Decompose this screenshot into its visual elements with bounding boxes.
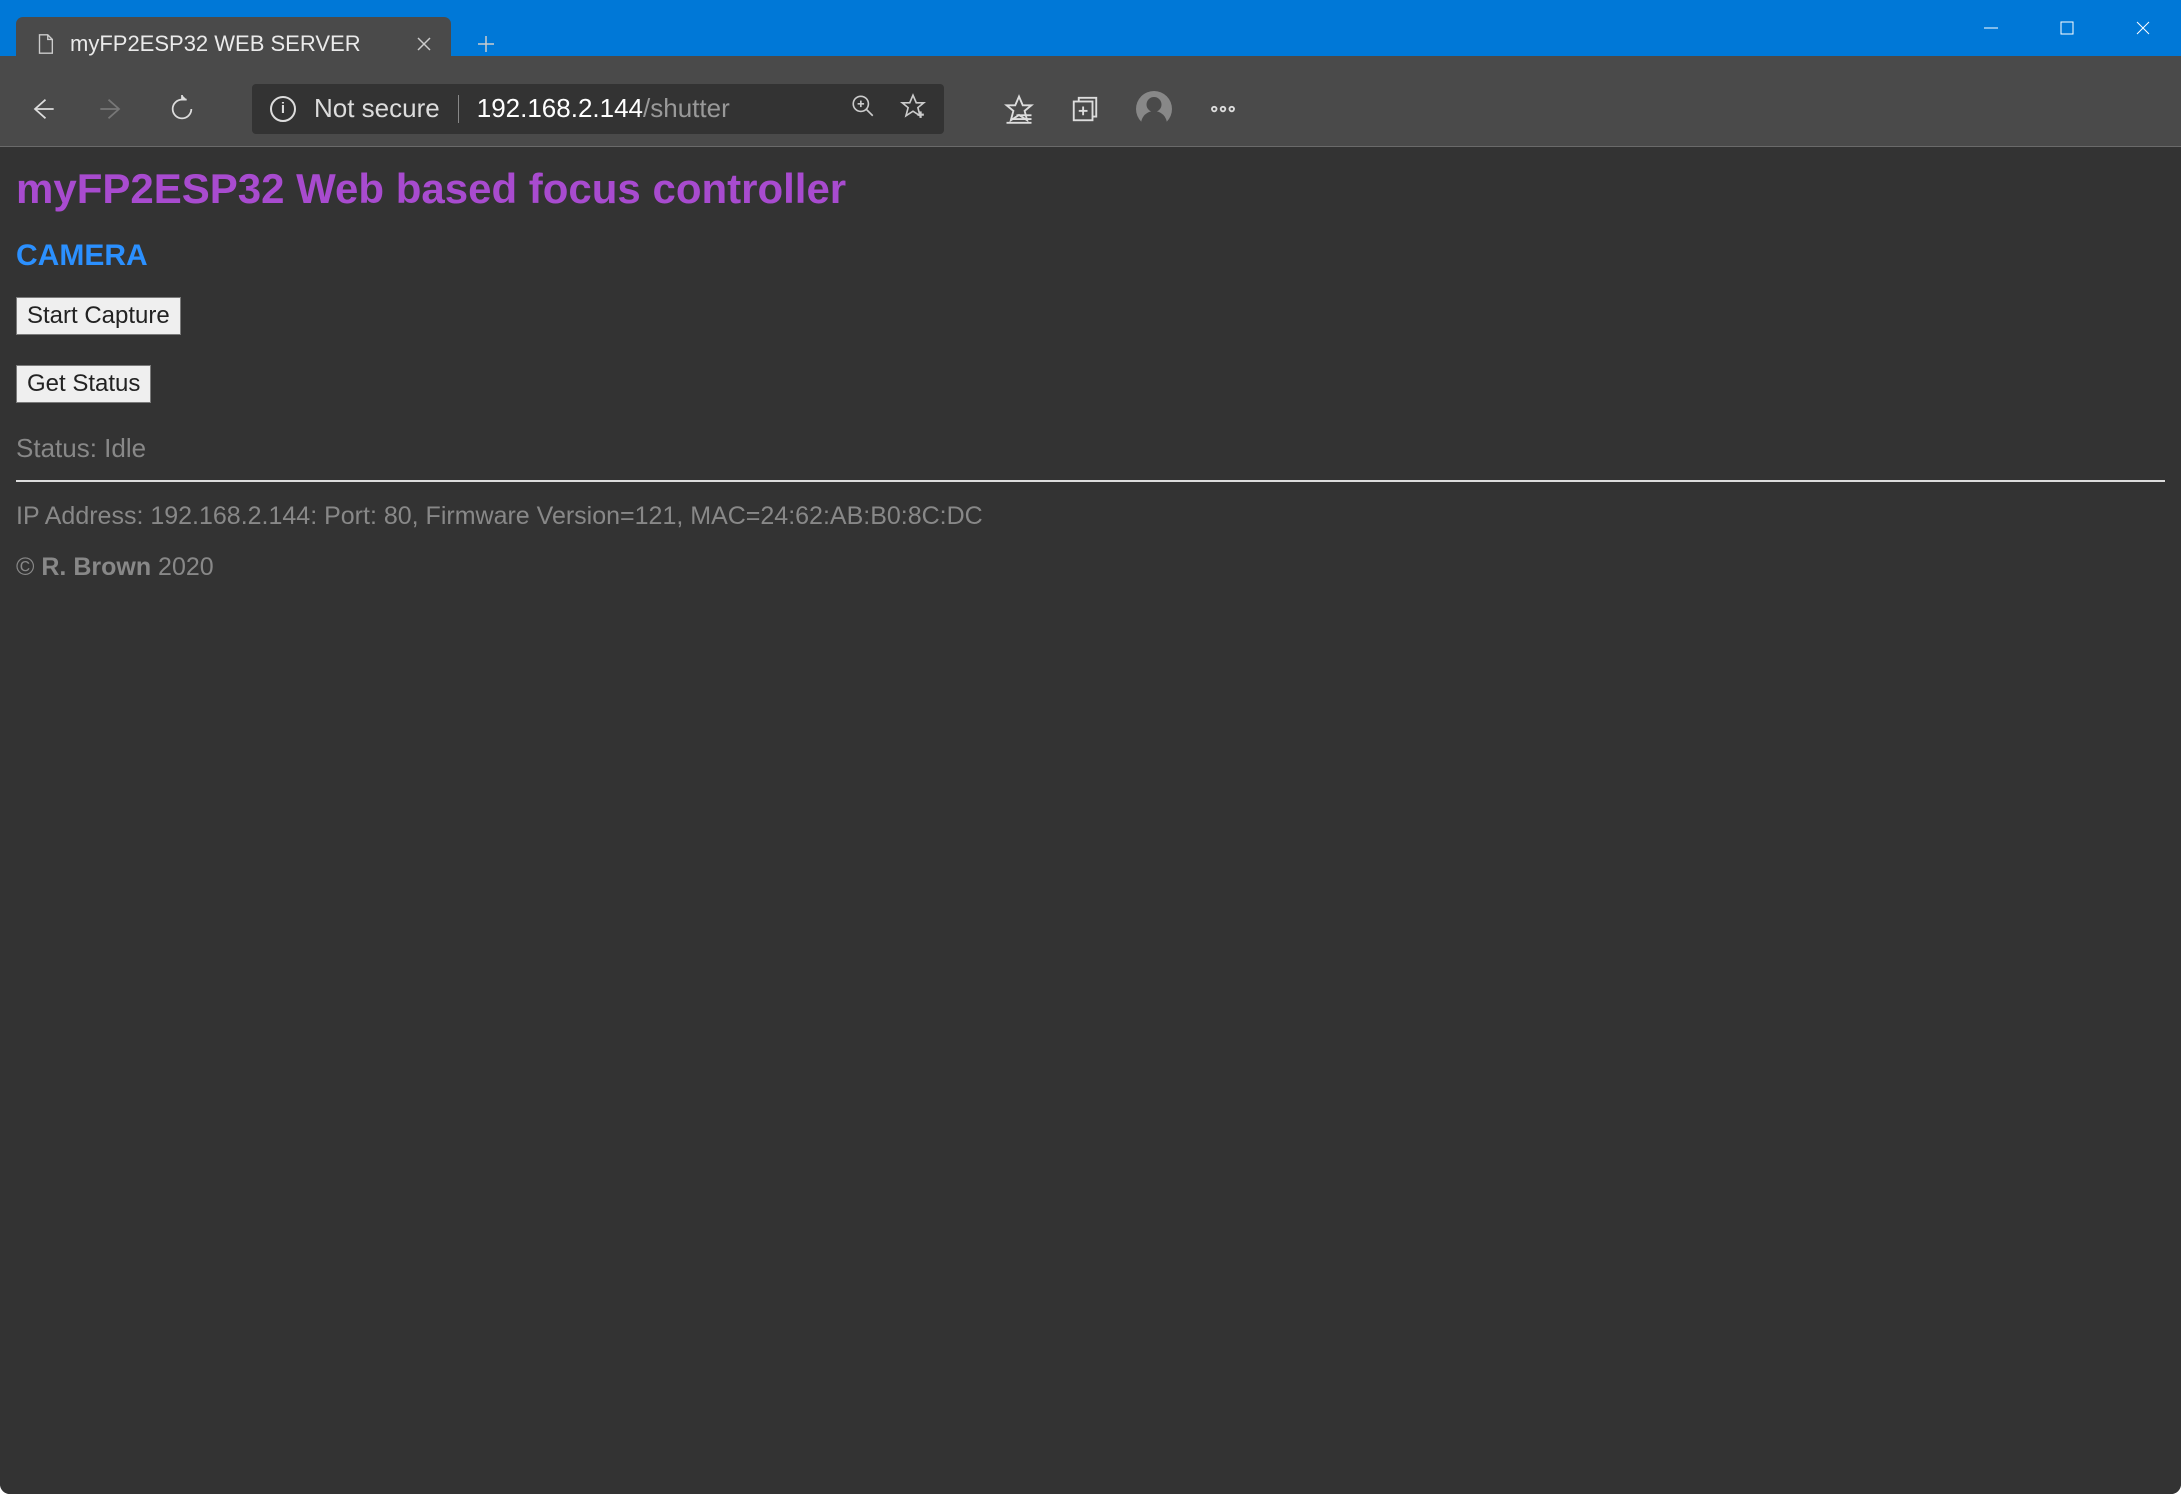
addressbar-actions xyxy=(850,93,926,124)
copyright-author: R. Brown xyxy=(41,553,151,581)
footer-info: IP Address: 192.168.2.144: Port: 80, Fir… xyxy=(16,502,2165,531)
browser-tab[interactable]: myFP2ESP32 WEB SERVER xyxy=(16,17,451,71)
url-path: /shutter xyxy=(643,93,730,123)
security-label: Not secure xyxy=(314,93,440,124)
get-status-button[interactable]: Get Status xyxy=(16,365,151,403)
back-button[interactable] xyxy=(22,89,62,129)
profile-avatar[interactable] xyxy=(1136,91,1172,127)
maximize-button[interactable] xyxy=(2029,0,2105,56)
section-title: CAMERA xyxy=(16,239,2165,273)
zoom-icon[interactable] xyxy=(850,93,876,124)
start-capture-button[interactable]: Start Capture xyxy=(16,297,181,335)
minimize-button[interactable] xyxy=(1953,0,2029,56)
collections-icon[interactable] xyxy=(1070,94,1100,124)
separator xyxy=(458,95,459,123)
favorites-icon[interactable] xyxy=(1004,94,1034,124)
toolbar-right-icons xyxy=(1004,91,1238,127)
page-content: myFP2ESP32 Web based focus controller CA… xyxy=(0,147,2181,1494)
address-bar[interactable]: i Not secure 192.168.2.144/shutter xyxy=(252,84,944,134)
url-text: 192.168.2.144/shutter xyxy=(477,93,730,124)
browser-window: myFP2ESP32 WEB SERVER i Not secure 192.1… xyxy=(0,0,2181,1494)
add-favorite-icon[interactable] xyxy=(900,93,926,124)
status-line: Status: Idle xyxy=(16,433,2165,464)
new-tab-button[interactable] xyxy=(461,19,511,69)
copyright-symbol: © xyxy=(16,553,34,581)
menu-button[interactable] xyxy=(1208,94,1238,124)
site-info-icon[interactable]: i xyxy=(270,96,296,122)
tab-title: myFP2ESP32 WEB SERVER xyxy=(70,31,401,57)
status-value: Idle xyxy=(104,433,146,463)
copyright-year: 2020 xyxy=(158,553,214,581)
tab-strip: myFP2ESP32 WEB SERVER xyxy=(0,0,511,71)
browser-toolbar: i Not secure 192.168.2.144/shutter xyxy=(0,71,2181,147)
forward-button[interactable] xyxy=(92,89,132,129)
status-label: Status: xyxy=(16,433,97,463)
url-host: 192.168.2.144 xyxy=(477,93,643,123)
page-icon xyxy=(34,33,56,55)
window-controls xyxy=(1953,0,2181,56)
tab-close-button[interactable] xyxy=(415,35,433,53)
close-button[interactable] xyxy=(2105,0,2181,56)
divider xyxy=(16,480,2165,482)
page-title: myFP2ESP32 Web based focus controller xyxy=(16,165,2165,213)
copyright-line: © R. Brown 2020 xyxy=(16,553,2165,582)
refresh-button[interactable] xyxy=(162,89,202,129)
